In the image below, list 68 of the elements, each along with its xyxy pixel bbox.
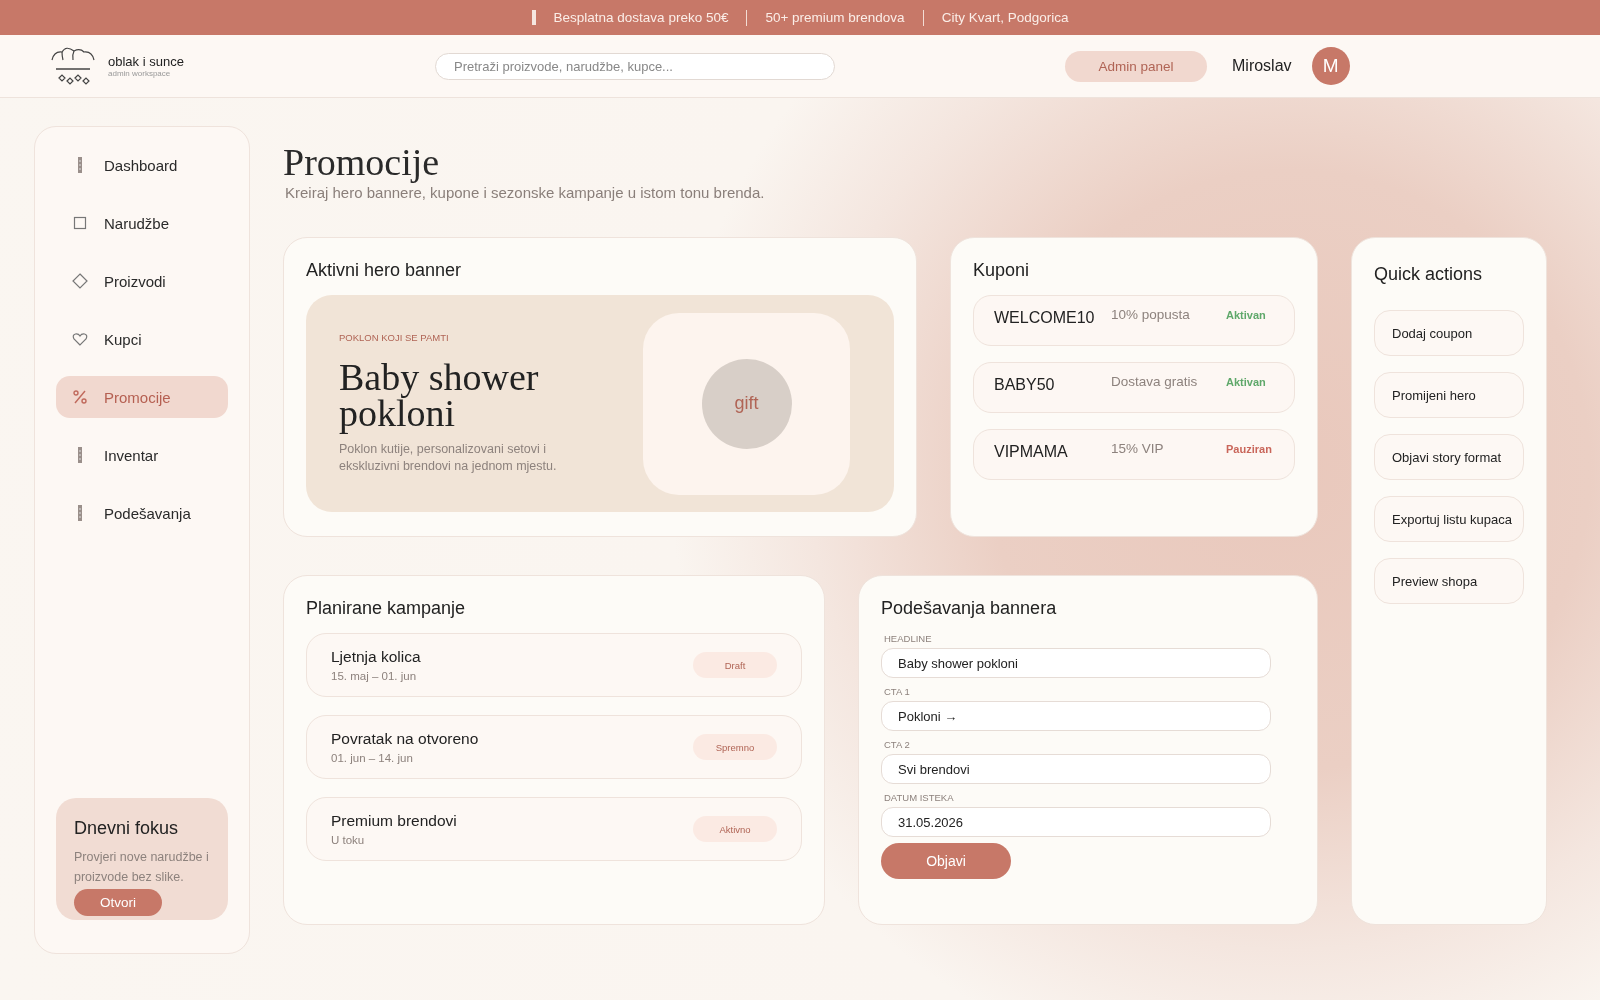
card-title: Planirane kampanje xyxy=(306,598,467,619)
coupon-status: Pauziran xyxy=(1226,442,1272,455)
focus-text: Provjeri nove narudžbe i proizvode bez slike. xyxy=(74,849,209,886)
sidebar-item[interactable]: Dashboard xyxy=(56,144,228,186)
sidebar-item[interactable]: Podešavanja xyxy=(56,492,228,534)
user-name: Miroslav xyxy=(1232,57,1292,75)
card-title: Kuponi xyxy=(973,260,1031,281)
quick-action-button[interactable]: Dodaj coupon xyxy=(1374,310,1524,356)
status-badge: Spremno xyxy=(693,734,777,760)
quick-action-button[interactable]: Objavi story format xyxy=(1374,434,1524,480)
campaign-row[interactable]: Premium brendovi U toku Aktivno xyxy=(306,797,802,861)
field-label: CTA 2 xyxy=(884,739,911,750)
input-field[interactable]: Pokloni → xyxy=(881,701,1271,731)
campaign-row[interactable]: Ljetnja kolica 15. maj – 01. jun Draft xyxy=(306,633,802,697)
page-subtitle: Kreiraj hero bannere, kupone i sezonske kampanje u istom tonu brenda. xyxy=(285,184,766,201)
coupon-status: Aktivan xyxy=(1226,308,1266,321)
field-label: CTA 1 xyxy=(884,686,911,697)
coupon-code: BABY50 xyxy=(994,375,1056,394)
card-title: Aktivni hero banner xyxy=(306,260,463,281)
campaign-dates: 15. maj – 01. jun xyxy=(331,670,418,682)
field-label: DATUM ISTEKA xyxy=(884,792,955,803)
promo-text: City Kvart, Podgorica xyxy=(941,10,1069,25)
focus-title: Dnevni fokus xyxy=(74,818,180,839)
coupon-row[interactable]: VIPMAMA 15% VIP Pauziran xyxy=(973,429,1295,480)
campaign-name: Ljetnja kolica xyxy=(331,648,421,666)
diamond-icon xyxy=(72,273,88,289)
status-badge: Draft xyxy=(693,652,777,678)
coupon-code: WELCOME10 xyxy=(994,308,1096,327)
search-field[interactable]: Pretraži proizvode, narudžbe, kupce... xyxy=(435,52,835,80)
campaign-name: Povratak na otvoreno xyxy=(331,730,479,748)
heart-icon xyxy=(72,332,88,346)
coupon-row[interactable]: BABY50 Dostava gratis Aktivan xyxy=(973,362,1295,413)
campaign-name: Premium brendovi xyxy=(331,812,457,830)
status-badge: Aktivno xyxy=(693,816,777,842)
placeholder-label: gift xyxy=(734,393,759,414)
quick-action-button[interactable]: Preview shopa xyxy=(1374,558,1524,604)
field-label: HEADLINE xyxy=(884,633,933,644)
coupon-row[interactable]: WELCOME10 10% popusta Aktivan xyxy=(973,295,1295,346)
input-field[interactable]: Baby shower pokloni xyxy=(881,648,1271,678)
sidebar-item[interactable]: Proizvodi xyxy=(56,260,228,302)
banner-text: Poklon kutije, personalizovani setovi i ekskluzivni brendovi na jednom mjestu. xyxy=(339,441,558,475)
input-field[interactable]: 31.05.2026 xyxy=(881,807,1271,837)
sidebar-item[interactable]: Inventar xyxy=(56,434,228,476)
card-title: Quick actions xyxy=(1374,264,1483,285)
promo-text: 50+ premium brendova xyxy=(765,10,905,25)
sidebar-item[interactable]: Narudžbe xyxy=(56,202,228,244)
promo-text: Besplatna dostava preko 50€ xyxy=(553,10,729,25)
quick-action-button[interactable]: Promijeni hero xyxy=(1374,372,1524,418)
coupon-description: Dostava gratis xyxy=(1111,374,1199,389)
coupon-description: 10% popusta xyxy=(1111,307,1191,322)
bar-icon xyxy=(531,10,536,25)
coupon-description: 15% VIP xyxy=(1111,441,1165,456)
brand-subtitle: admin workspace xyxy=(108,69,172,78)
page-title: Promocije xyxy=(283,140,441,184)
campaign-dates: 01. jun – 14. jun xyxy=(331,752,414,764)
quick-action-button[interactable]: Exportuj listu kupaca xyxy=(1374,496,1524,542)
square-icon xyxy=(72,216,88,230)
coupon-code: VIPMAMA xyxy=(994,442,1069,461)
campaign-row[interactable]: Povratak na otvoreno 01. jun – 14. jun Spremno xyxy=(306,715,802,779)
sidebar-item[interactable]: Kupci xyxy=(56,318,228,360)
campaign-dates: U toku xyxy=(331,834,366,846)
coupon-status: Aktivan xyxy=(1226,375,1266,388)
percent-icon xyxy=(72,390,88,404)
card-title: Podešavanja bannera xyxy=(881,598,1058,619)
banner-eyebrow: POKLON KOJI SE PAMTI xyxy=(339,332,450,343)
cloud-logo-icon xyxy=(50,46,96,86)
input-field[interactable]: Svi brendovi xyxy=(881,754,1271,784)
brand-name: oblak i sunce xyxy=(108,54,184,69)
